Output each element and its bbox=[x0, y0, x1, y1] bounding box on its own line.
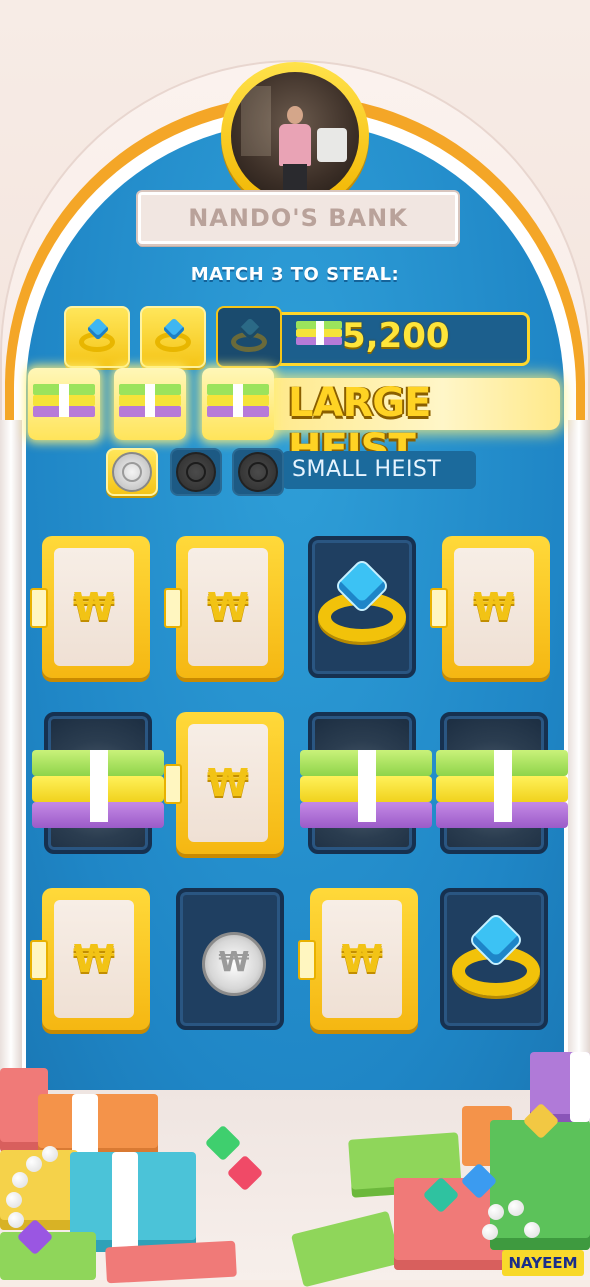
grid-card-revealed bbox=[440, 888, 548, 1030]
reward-row-coin: SMALL HEIST bbox=[104, 448, 476, 496]
match-title: MATCH 3 TO STEAL: bbox=[190, 264, 400, 285]
grid-card-closed[interactable]: ₩ bbox=[164, 536, 284, 678]
card-hinge bbox=[30, 940, 48, 980]
reward-amount: 5,200 bbox=[342, 316, 450, 356]
card-face: ₩ bbox=[188, 724, 268, 842]
pearl-icon bbox=[12, 1172, 28, 1188]
card-hinge bbox=[164, 588, 182, 628]
pearl-icon bbox=[524, 1222, 540, 1238]
money-brick-red bbox=[105, 1240, 237, 1284]
cash-slot-1 bbox=[28, 368, 100, 440]
coin-slot-1 bbox=[106, 448, 158, 496]
grid-card-revealed bbox=[176, 888, 284, 1030]
coin-icon bbox=[238, 452, 278, 492]
right-pillar bbox=[568, 420, 590, 1140]
pearl-icon bbox=[42, 1146, 58, 1162]
won-symbol-icon: ₩ bbox=[73, 937, 115, 981]
won-symbol-icon: ₩ bbox=[473, 585, 515, 629]
pearl-icon bbox=[8, 1212, 24, 1228]
pearl-icon bbox=[508, 1200, 524, 1216]
grid-card-closed[interactable]: ₩ bbox=[30, 536, 150, 678]
avatar-photo-light bbox=[241, 86, 271, 156]
avatar-photo-person-body bbox=[279, 124, 311, 166]
pearl-icon bbox=[6, 1192, 22, 1208]
watermark-label: NAYEEM bbox=[502, 1250, 584, 1276]
card-face: ₩ bbox=[188, 548, 268, 666]
cash-stack-icon bbox=[33, 384, 95, 424]
grid-card-revealed bbox=[436, 712, 568, 854]
card-hinge bbox=[164, 764, 182, 804]
won-symbol-icon: ₩ bbox=[73, 585, 115, 629]
cash-slot-2 bbox=[114, 368, 186, 440]
cash-slot-3 bbox=[202, 368, 274, 440]
grid-card-closed[interactable]: ₩ bbox=[30, 888, 150, 1030]
card-hinge bbox=[30, 588, 48, 628]
cash-stack-icon bbox=[436, 750, 568, 828]
ring-icon bbox=[77, 317, 117, 354]
card-face: ₩ bbox=[54, 900, 134, 1018]
won-symbol-icon: ₩ bbox=[207, 585, 249, 629]
card-hinge bbox=[298, 940, 316, 980]
grid-card-closed[interactable]: ₩ bbox=[164, 712, 284, 854]
ring-icon bbox=[229, 317, 269, 354]
ring-icon bbox=[316, 560, 408, 648]
coin-icon bbox=[112, 452, 152, 492]
ring-slot-1 bbox=[64, 306, 130, 368]
coin-icon bbox=[176, 452, 216, 492]
money-brick-green bbox=[490, 1120, 590, 1250]
bank-name: NANDO'S BANK bbox=[188, 204, 408, 232]
small-heist-label: SMALL HEIST bbox=[292, 457, 442, 482]
reward-row-cash: LARGE HEIST bbox=[26, 368, 560, 472]
won-symbol-icon: ₩ bbox=[341, 937, 383, 981]
money-brick-strap bbox=[570, 1052, 590, 1122]
bank-name-banner: NANDO'S BANK bbox=[138, 192, 458, 244]
pearl-icon bbox=[26, 1156, 42, 1172]
grid-card-closed[interactable]: ₩ bbox=[430, 536, 550, 678]
coin-icon bbox=[202, 932, 266, 996]
pearl-icon bbox=[488, 1204, 504, 1220]
cash-stack-icon bbox=[300, 750, 432, 828]
grid-card-revealed bbox=[308, 536, 416, 678]
won-symbol-icon: ₩ bbox=[207, 761, 249, 805]
reward-row-ring: 5,200 bbox=[62, 306, 530, 368]
cash-stack-icon bbox=[296, 321, 342, 351]
card-hinge bbox=[430, 588, 448, 628]
cash-stack-icon bbox=[207, 384, 269, 424]
ring-slot-2 bbox=[140, 306, 206, 368]
ring-icon bbox=[450, 914, 542, 1002]
cash-stack-icon bbox=[119, 384, 181, 424]
grid-card-closed[interactable]: ₩ bbox=[298, 888, 418, 1030]
ring-icon bbox=[153, 317, 193, 354]
ring-slot-3 bbox=[216, 306, 282, 368]
avatar-photo-object bbox=[317, 128, 347, 162]
money-brick-strap bbox=[112, 1152, 138, 1252]
grid-card-revealed bbox=[300, 712, 432, 854]
coin-slot-2 bbox=[170, 448, 222, 496]
coin-slot-3 bbox=[232, 448, 284, 496]
avatar-photo-person-head bbox=[287, 106, 303, 124]
money-brick-strap bbox=[72, 1094, 98, 1158]
card-face: ₩ bbox=[322, 900, 402, 1018]
pearl-icon bbox=[482, 1224, 498, 1240]
left-pillar bbox=[0, 420, 22, 1140]
avatar[interactable] bbox=[231, 72, 359, 200]
card-face: ₩ bbox=[454, 548, 534, 666]
card-face: ₩ bbox=[54, 548, 134, 666]
cash-stack-icon bbox=[32, 750, 164, 828]
grid-card-revealed bbox=[32, 712, 164, 854]
